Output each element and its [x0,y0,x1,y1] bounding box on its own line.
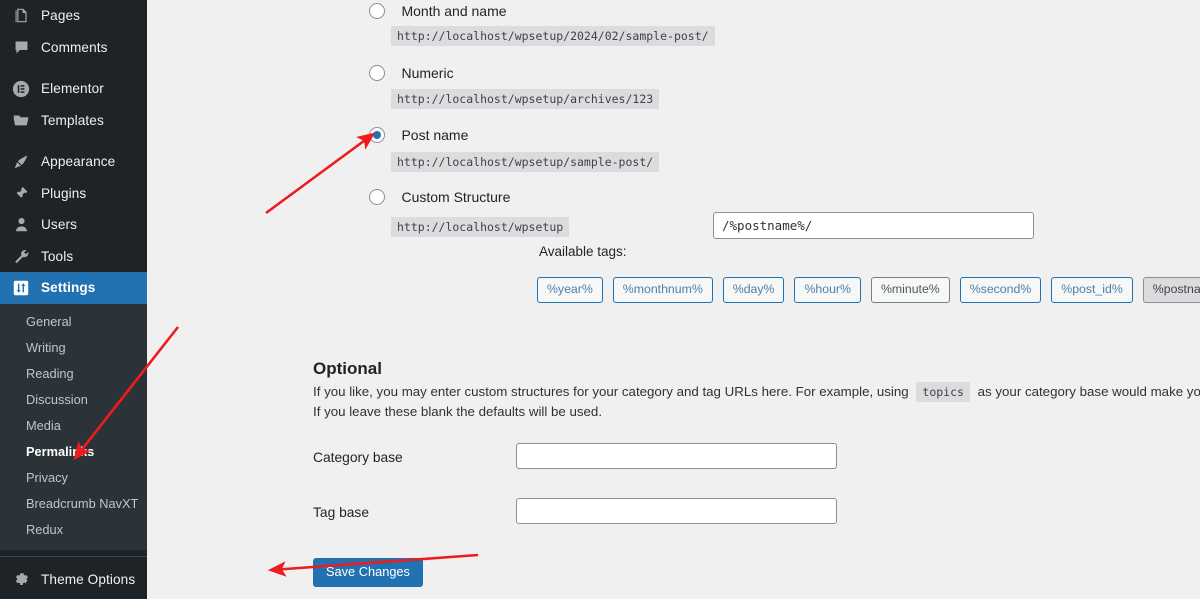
radio-custom-structure[interactable] [369,189,385,205]
sidebar-subitem-discussion[interactable]: Discussion [0,387,147,413]
sidebar-subitem-media[interactable]: Media [0,413,147,439]
pages-icon [10,6,32,26]
tag-button-post-id[interactable]: %post_id% [1051,277,1133,303]
permalink-settings-content: Month and name http://localhost/wpsetup/… [147,0,1200,599]
tag-base-label: Tag base [313,505,369,520]
permalink-example-code: http://localhost/wpsetup/sample-post/ [391,152,659,172]
wordpress-admin-permalinks-screen: Pages Comments Elementor Templates [0,0,1200,599]
permalink-example-month-and-name: http://localhost/wpsetup/2024/02/sample-… [391,26,715,46]
tag-button-day[interactable]: %day% [723,277,785,303]
permalink-option-custom-structure[interactable]: Custom Structure [369,188,510,206]
sidebar-item-comments[interactable]: Comments [0,32,147,64]
sidebar-item-plugins[interactable]: Plugins [0,178,147,210]
tag-button-second[interactable]: %second% [960,277,1042,303]
users-person-icon [10,215,32,235]
sidebar-item-elementor[interactable]: Elementor [0,73,147,105]
permalink-option-label: Month and name [401,3,506,19]
sidebar-subitem-redux[interactable]: Redux [0,517,147,543]
sidebar-item-tools[interactable]: Tools [0,241,147,273]
sidebar-item-templates[interactable]: Templates [0,105,147,137]
radio-numeric[interactable] [369,65,385,81]
optional-description-line-1: If you like, you may enter custom struct… [313,382,1200,402]
custom-structure-prefix: http://localhost/wpsetup [391,217,569,237]
optional-desc-code-topics: topics [916,382,970,402]
tag-button-postname[interactable]: %postname% [1143,277,1200,303]
sidebar-subitem-breadcrumb-navxt[interactable]: Breadcrumb NavXT [0,491,147,517]
available-tags-label: Available tags: [539,244,627,259]
sidebar-item-users[interactable]: Users [0,209,147,241]
tag-button-monthnum[interactable]: %monthnum% [613,277,713,303]
settings-submenu: General Writing Reading Discussion Media… [0,304,147,550]
permalink-example-numeric: http://localhost/wpsetup/archives/123 [391,89,659,109]
category-base-label: Category base [313,450,403,465]
sidebar-item-label: Users [41,217,77,232]
sidebar-item-theme-options[interactable]: Theme Options [0,564,147,596]
sidebar-item-settings[interactable]: Settings [0,272,147,304]
sidebar-subitem-writing[interactable]: Writing [0,335,147,361]
category-base-input[interactable] [516,443,837,469]
sidebar-subitem-privacy[interactable]: Privacy [0,465,147,491]
sidebar-separator [0,63,147,73]
save-changes-button[interactable]: Save Changes [313,558,423,587]
sidebar-divider [0,556,147,557]
sidebar-item-label: Settings [41,280,95,295]
permalink-example-post-name: http://localhost/wpsetup/sample-post/ [391,152,659,172]
admin-sidebar: Pages Comments Elementor Templates [0,0,147,599]
tag-base-input[interactable] [516,498,837,524]
permalink-option-label: Custom Structure [401,189,510,205]
tag-button-minute[interactable]: %minute% [871,277,950,303]
permalink-option-numeric[interactable]: Numeric [369,64,454,82]
sidebar-item-label: Tools [41,249,73,264]
tools-wrench-icon [10,246,32,266]
permalink-example-code: http://localhost/wpsetup/2024/02/sample-… [391,26,715,46]
sidebar-item-label: Pages [41,8,80,23]
permalink-option-label: Numeric [401,65,453,81]
optional-description-line-2: If you leave these blank the defaults wi… [313,402,602,421]
permalink-option-month-and-name[interactable]: Month and name [369,2,507,20]
sidebar-item-label: Theme Options [41,572,135,587]
radio-month-and-name[interactable] [369,3,385,19]
tag-button-year[interactable]: %year% [537,277,603,303]
sidebar-item-appearance[interactable]: Appearance [0,146,147,178]
sidebar-item-label: Elementor [41,81,104,96]
custom-structure-input[interactable] [713,212,1034,239]
sidebar-item-label: Plugins [41,186,86,201]
sidebar-subitem-general[interactable]: General [0,309,147,335]
elementor-icon [10,79,32,99]
gear-icon [10,569,32,589]
settings-sliders-icon [10,278,32,298]
sidebar-separator [0,136,147,146]
comments-icon [10,37,32,57]
optional-desc-text-b: as your category base would make your ca… [978,384,1200,399]
plugins-plug-icon [10,183,32,203]
sidebar-subitem-permalinks[interactable]: Permalinks [0,439,147,465]
permalink-option-label: Post name [401,127,468,143]
permalink-option-post-name[interactable]: Post name [369,126,468,144]
appearance-brush-icon [10,152,32,172]
optional-desc-text-a: If you like, you may enter custom struct… [313,384,909,399]
sidebar-item-pages[interactable]: Pages [0,0,147,32]
sidebar-subitem-reading[interactable]: Reading [0,361,147,387]
permalink-example-code: http://localhost/wpsetup/archives/123 [391,89,659,109]
sidebar-item-label: Appearance [41,154,115,169]
tag-button-hour[interactable]: %hour% [794,277,860,303]
available-tags-row: %year% %monthnum% %day% %hour% %minute% … [537,277,1200,303]
templates-folder-icon [10,110,32,130]
radio-post-name[interactable] [369,127,385,143]
optional-section-title: Optional [313,359,382,379]
custom-structure-prefix-code: http://localhost/wpsetup [391,217,569,237]
sidebar-item-label: Comments [41,40,108,55]
sidebar-item-label: Templates [41,113,104,128]
